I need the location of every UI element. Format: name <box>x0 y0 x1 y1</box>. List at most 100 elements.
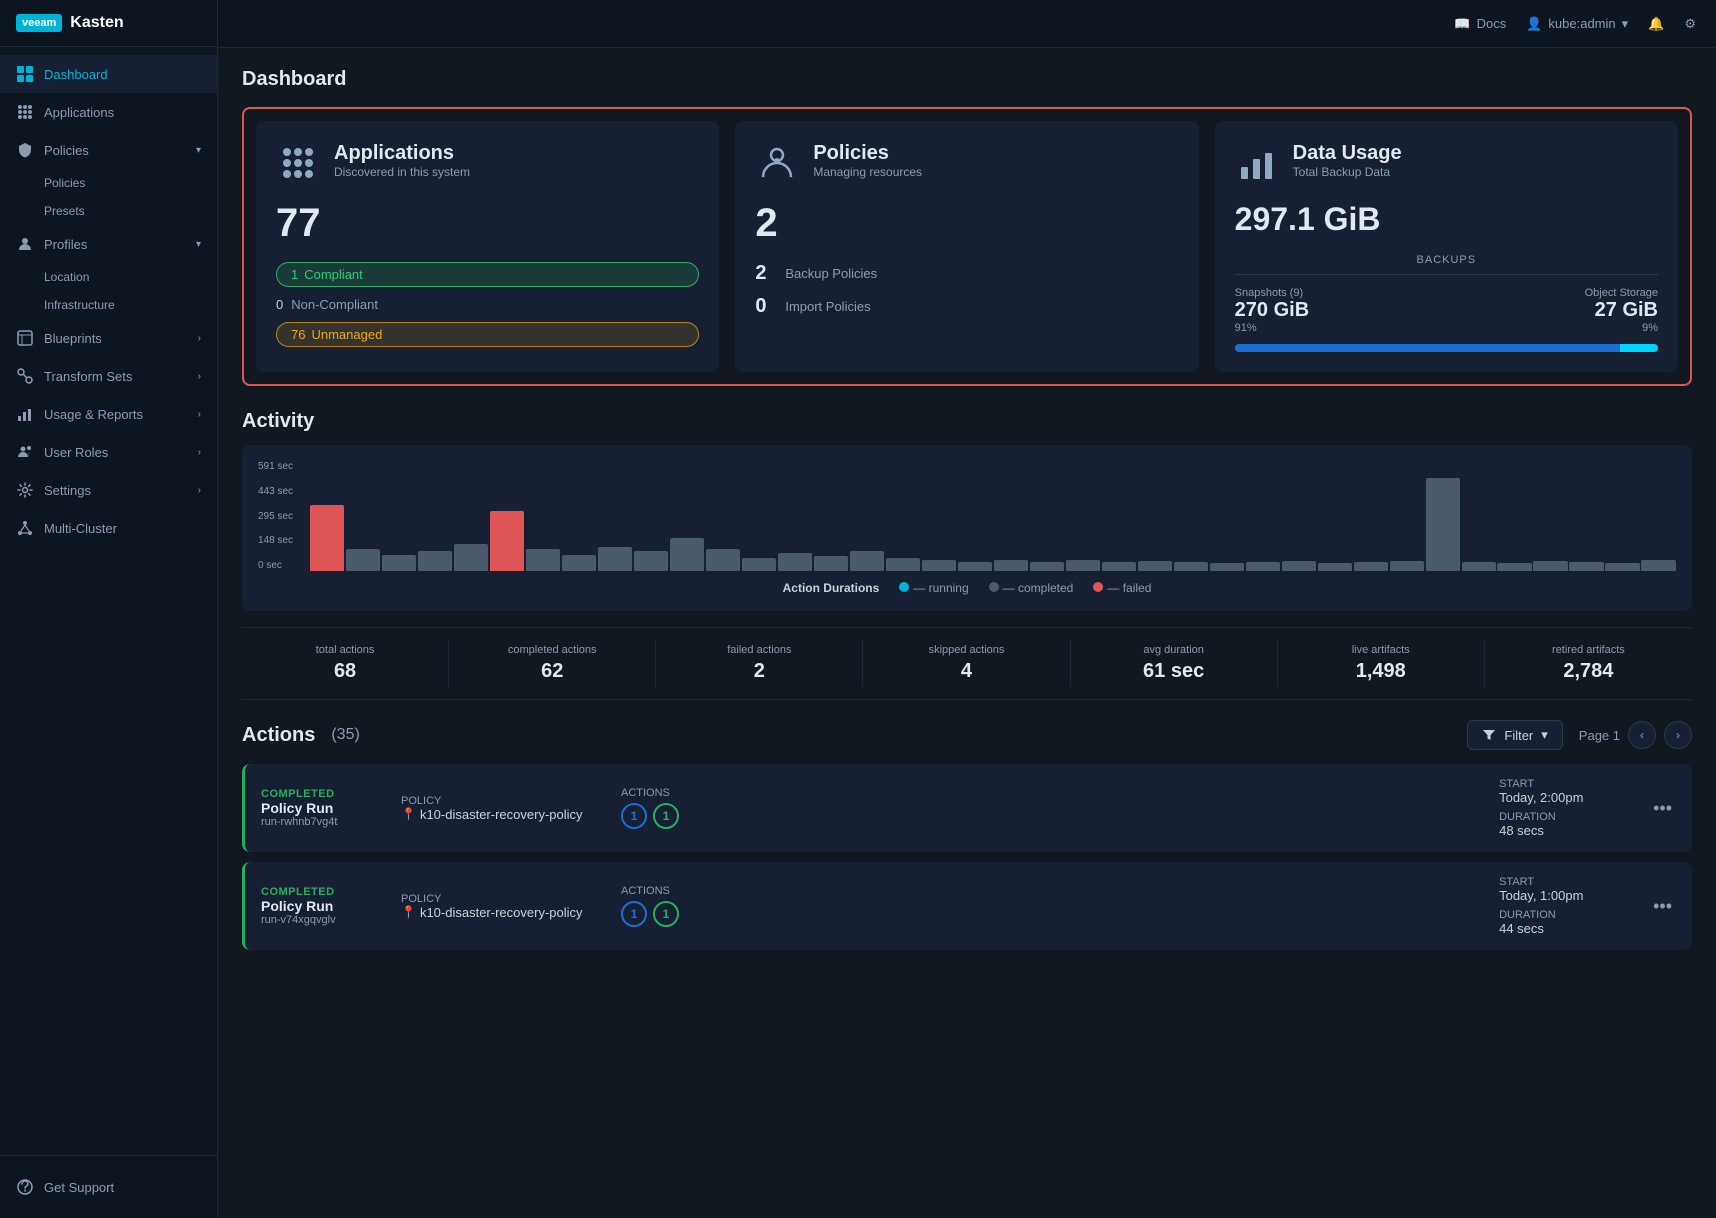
actions-title: Actions <box>242 724 315 747</box>
chart-bar <box>526 549 560 571</box>
backup-columns: Snapshots (9) 270 GiB 91% Object Storage… <box>1235 287 1658 334</box>
applications-card-title: Applications <box>334 141 470 165</box>
filter-button[interactable]: Filter ▾ <box>1467 720 1562 750</box>
chart-bar <box>382 555 416 572</box>
stat-label: avg duration <box>1079 644 1269 656</box>
stat-item-skipped-actions: skipped actions4 <box>863 640 1070 687</box>
action-circle-green: 1 <box>653 901 679 927</box>
sidebar-item-presets[interactable]: Presets <box>44 197 217 225</box>
sidebar-item-settings[interactable]: Settings › <box>0 471 217 509</box>
chevron-right-icon: › <box>198 333 201 344</box>
logo-box: veeam <box>16 14 62 32</box>
chevron-down-icon: ▾ <box>196 145 201 156</box>
users-icon <box>16 443 34 461</box>
bell-icon: 🔔 <box>1648 16 1664 32</box>
logo: veeam Kasten <box>0 0 217 47</box>
chevron-right-icon: › <box>198 447 201 458</box>
stat-value: 2 <box>664 660 854 683</box>
sidebar-item-policies[interactable]: Policies ▾ <box>0 131 217 169</box>
location-icon: 📍 <box>401 905 416 919</box>
get-support-link[interactable]: Get Support <box>16 1168 201 1206</box>
filter-chevron-icon: ▾ <box>1541 727 1548 743</box>
storage-bar <box>1235 344 1658 352</box>
sidebar-item-blueprints[interactable]: Blueprints › <box>0 319 217 357</box>
stat-label: failed actions <box>664 644 854 656</box>
action-status: COMPLETED Policy Run run-rwhnb7vg4t <box>261 788 381 828</box>
action-more-button[interactable]: ••• <box>1649 896 1676 917</box>
snapshots-label: Snapshots (9) <box>1235 287 1309 299</box>
chart-bar <box>1605 563 1639 571</box>
sidebar-item-transform-sets[interactable]: Transform Sets › <box>0 357 217 395</box>
logo-text: Kasten <box>70 14 123 32</box>
sidebar-item-policies-sub[interactable]: Policies <box>44 169 217 197</box>
stat-value: 4 <box>871 660 1061 683</box>
action-status: COMPLETED Policy Run run-v74xgqvglv <box>261 886 381 926</box>
duration-label: DURATION <box>1499 909 1629 921</box>
y-label-3: 295 sec <box>258 511 308 522</box>
y-label-4: 443 sec <box>258 486 308 497</box>
duration-value: 48 secs <box>1499 823 1629 838</box>
chart-bar <box>1569 562 1603 571</box>
duration-value: 44 secs <box>1499 921 1629 936</box>
settings-button[interactable]: ⚙ <box>1684 16 1696 32</box>
chevron-right-icon: › <box>198 485 201 496</box>
action-row: COMPLETED Policy Run run-v74xgqvglv POLI… <box>242 862 1692 950</box>
action-rows: COMPLETED Policy Run run-rwhnb7vg4t POLI… <box>242 764 1692 950</box>
action-id: run-v74xgqvglv <box>261 914 381 926</box>
legend-failed: — failed <box>1093 581 1151 595</box>
policies-card-title: Policies <box>813 141 922 165</box>
chart-area: 591 sec 443 sec 295 sec 148 sec 0 sec Ac… <box>242 445 1692 611</box>
bar-chart: 591 sec 443 sec 295 sec 148 sec 0 sec <box>258 461 1676 571</box>
docs-link[interactable]: 📖 Docs <box>1454 16 1506 32</box>
chart-bar <box>1138 561 1172 571</box>
object-storage-label: Object Storage <box>1585 287 1658 299</box>
sidebar-item-multi-cluster[interactable]: Multi-Cluster <box>0 509 217 547</box>
chart-bar <box>1641 560 1675 571</box>
object-storage-value: 27 GiB <box>1585 299 1658 322</box>
chart-bar <box>1390 561 1424 571</box>
sidebar-footer[interactable]: Get Support <box>0 1155 217 1218</box>
settings-icon <box>16 481 34 499</box>
sidebar-item-usage-reports[interactable]: Usage & Reports › <box>0 395 217 433</box>
applications-count: 77 <box>276 201 699 246</box>
chart-bar <box>490 511 524 572</box>
action-actions-section: ACTIONS 1 1 <box>621 787 721 829</box>
apps-icon <box>16 103 34 121</box>
prev-page-button[interactable]: ‹ <box>1628 721 1656 749</box>
chart-bar <box>778 553 812 571</box>
sidebar-item-label: Policies <box>44 143 89 158</box>
applications-card: Applications Discovered in this system 7… <box>256 121 719 372</box>
chart-bar <box>706 549 740 571</box>
y-label-2: 148 sec <box>258 535 308 546</box>
action-policy: POLICY 📍 k10-disaster-recovery-policy <box>401 893 601 920</box>
sidebar-item-user-roles[interactable]: User Roles › <box>0 433 217 471</box>
import-count: 0 <box>755 295 775 318</box>
transform-icon <box>16 367 34 385</box>
data-usage-title: Data Usage <box>1293 141 1402 165</box>
actions-count: (35) <box>331 726 359 744</box>
sidebar-item-label: Presets <box>44 204 85 218</box>
page-label: Page 1 <box>1579 728 1620 743</box>
action-circle-blue: 1 <box>621 901 647 927</box>
compliant-badge[interactable]: 1 Compliant <box>276 262 699 287</box>
docs-label: Docs <box>1477 16 1507 31</box>
sidebar-item-location[interactable]: Location <box>44 263 217 291</box>
policy-list: 2 Backup Policies 0 Import Policies <box>755 262 1178 318</box>
sidebar-item-label: Multi-Cluster <box>44 521 117 536</box>
sidebar-item-dashboard[interactable]: Dashboard <box>0 55 217 93</box>
applications-badges: 1 Compliant 0 Non-Compliant 76 Unmanaged <box>276 262 699 347</box>
unmanaged-badge[interactable]: 76 Unmanaged <box>276 322 699 347</box>
notifications-button[interactable]: 🔔 <box>1648 16 1664 32</box>
sidebar-item-profiles[interactable]: Profiles ▾ <box>0 225 217 263</box>
filter-icon <box>1482 728 1496 742</box>
action-more-button[interactable]: ••• <box>1649 798 1676 819</box>
next-page-button[interactable]: › <box>1664 721 1692 749</box>
sidebar-item-applications[interactable]: Applications <box>0 93 217 131</box>
policies-card-text: Policies Managing resources <box>813 141 922 179</box>
sidebar-item-infrastructure[interactable]: Infrastructure <box>44 291 217 319</box>
chart-bar <box>346 549 380 571</box>
gear-icon: ⚙ <box>1684 16 1696 32</box>
user-menu[interactable]: 👤 kube:admin ▾ <box>1526 16 1628 32</box>
applications-card-subtitle: Discovered in this system <box>334 165 470 179</box>
y-axis: 591 sec 443 sec 295 sec 148 sec 0 sec <box>258 461 308 571</box>
